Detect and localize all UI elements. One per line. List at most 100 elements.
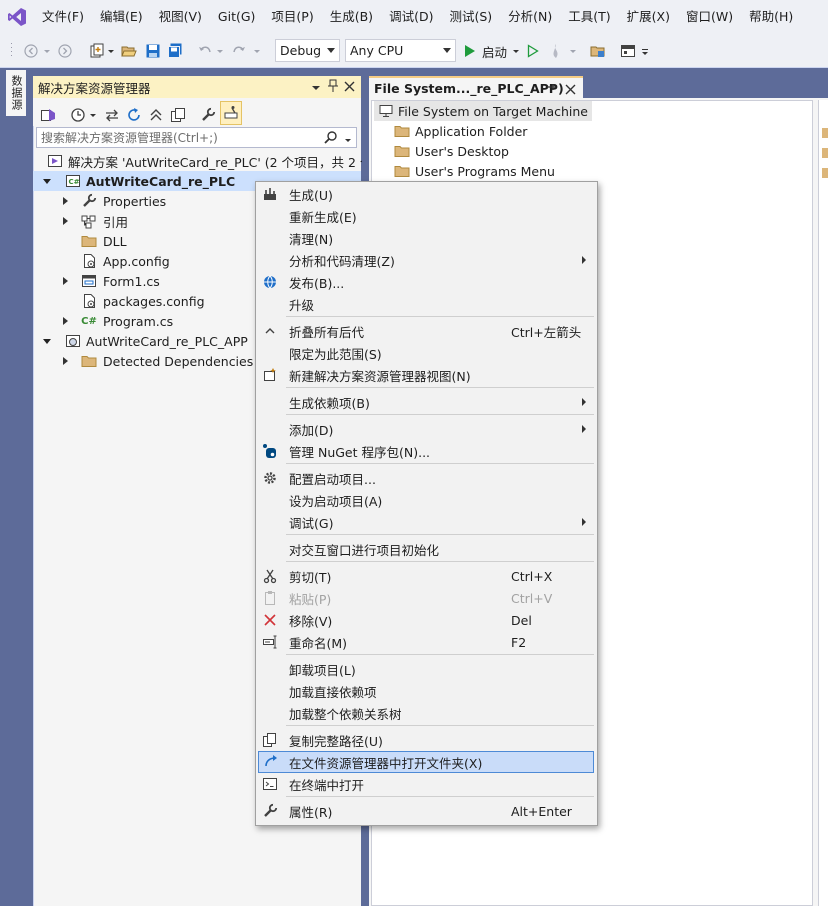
fs-users-desktop-node[interactable]: User's Desktop	[394, 141, 509, 161]
menu-item-debug[interactable]: 调试(G)	[258, 511, 594, 533]
folder-icon	[822, 168, 828, 178]
menu-item-build[interactable]: 生成(U)	[258, 183, 594, 205]
visual-studio-logo-icon[interactable]	[0, 0, 34, 34]
collapse-all-icon[interactable]	[147, 105, 165, 125]
tree-label: 引用	[103, 214, 129, 230]
undo-dropdown-icon[interactable]	[215, 41, 225, 61]
sync-with-active-document-icon[interactable]	[103, 105, 121, 125]
browse-folder-icon[interactable]	[588, 41, 608, 61]
expand-arrow-icon[interactable]	[60, 216, 70, 226]
menu-file[interactable]: 文件(F)	[34, 0, 92, 34]
window-position-dropdown-icon[interactable]	[311, 81, 321, 96]
hot-reload-dropdown-icon[interactable]	[568, 41, 578, 61]
menu-debug[interactable]: 调试(D)	[381, 0, 441, 34]
menu-edit[interactable]: 编辑(E)	[92, 0, 151, 34]
menu-item-paste[interactable]: 粘贴(P) Ctrl+V	[258, 587, 594, 609]
menu-item-copy-full-path[interactable]: 复制完整路径(U)	[258, 729, 594, 751]
menu-item-properties[interactable]: 属性(R) Alt+Enter	[258, 800, 594, 822]
redo-dropdown-icon[interactable]	[252, 41, 262, 61]
close-icon[interactable]	[344, 80, 355, 95]
hot-reload-icon[interactable]	[546, 41, 566, 61]
menu-item-scope-to-this[interactable]: 限定为此范围(S)	[258, 342, 594, 364]
fs-application-folder-node[interactable]: Application Folder	[394, 121, 527, 141]
navigate-forward-icon[interactable]	[56, 41, 74, 61]
pin-icon[interactable]	[327, 79, 339, 96]
expand-arrow-icon[interactable]	[60, 356, 70, 366]
menu-extensions[interactable]: 扩展(X)	[619, 0, 678, 34]
menu-build[interactable]: 生成(B)	[322, 0, 381, 34]
switch-views-icon[interactable]	[39, 105, 57, 125]
menu-item-rebuild[interactable]: 重新生成(E)	[258, 205, 594, 227]
save-icon[interactable]	[144, 41, 162, 61]
menu-item-interactive-init[interactable]: 对交互窗口进行项目初始化	[258, 538, 594, 560]
menu-item-collapse-all[interactable]: 折叠所有后代 Ctrl+左箭头	[258, 320, 594, 342]
fs-root-node[interactable]: File System on Target Machine	[374, 101, 592, 121]
menu-item-remove[interactable]: 移除(V) Del	[258, 609, 594, 631]
save-all-icon[interactable]	[166, 41, 184, 61]
window-layout-icon[interactable]	[618, 41, 638, 61]
filter-dropdown-icon[interactable]	[88, 105, 98, 125]
menu-item-clean[interactable]: 清理(N)	[258, 227, 594, 249]
expand-arrow-icon[interactable]	[60, 316, 70, 326]
open-file-icon[interactable]	[120, 41, 138, 61]
toolbar-grip[interactable]	[10, 41, 14, 61]
pin-icon[interactable]	[545, 81, 557, 98]
document-tab-file-system[interactable]: File System..._re_PLC_APP)	[369, 76, 583, 98]
show-all-files-icon[interactable]	[169, 105, 187, 125]
properties-wrench-icon[interactable]	[199, 105, 217, 125]
menu-item-add[interactable]: 添加(D)	[258, 418, 594, 440]
redo-icon[interactable]	[230, 41, 248, 61]
tree-label: Program.cs	[103, 313, 174, 329]
menu-item-manage-nuget[interactable]: 管理 NuGet 程序包(N)...	[258, 440, 594, 462]
menu-window[interactable]: 窗口(W)	[678, 0, 741, 34]
preview-selected-items-icon[interactable]	[220, 101, 242, 125]
data-sources-tab[interactable]: 数据源	[6, 70, 26, 116]
menu-item-cut[interactable]: 剪切(T) Ctrl+X	[258, 565, 594, 587]
collapse-arrow-icon[interactable]	[42, 176, 52, 186]
pending-changes-filter-icon[interactable]	[69, 105, 87, 125]
menu-item-load-direct-deps[interactable]: 加载直接依赖项	[258, 680, 594, 702]
clipboard-icon	[261, 589, 279, 607]
navigate-back-dropdown-icon[interactable]	[41, 41, 53, 61]
menu-item-publish[interactable]: 发布(B)...	[258, 271, 594, 293]
menu-item-set-startup[interactable]: 设为启动项目(A)	[258, 489, 594, 511]
new-project-icon[interactable]	[88, 41, 106, 61]
menu-project[interactable]: 项目(P)	[263, 0, 321, 34]
tree-solution-node[interactable]: 解决方案 'AutWriteCard_re_PLC' (2 个项目，共 2 个)	[33, 151, 377, 171]
menu-item-unload-project[interactable]: 卸载项目(L)	[258, 658, 594, 680]
menu-tools[interactable]: 工具(T)	[560, 0, 618, 34]
expand-arrow-icon[interactable]	[60, 276, 70, 286]
start-debugging-button[interactable]: 启动	[463, 41, 523, 61]
menu-analyze[interactable]: 分析(N)	[500, 0, 560, 34]
undo-icon[interactable]	[196, 41, 214, 61]
close-icon[interactable]	[565, 83, 576, 98]
menu-item-new-explorer-view[interactable]: 新建解决方案资源管理器视图(N)	[258, 364, 594, 386]
new-item-dropdown-icon[interactable]	[106, 41, 116, 61]
menu-item-open-in-terminal[interactable]: 在终端中打开	[258, 773, 594, 795]
menu-item-build-dependencies[interactable]: 生成依赖项(B)	[258, 391, 594, 413]
solution-explorer-title-bar[interactable]: 解决方案资源管理器	[33, 76, 361, 98]
menu-item-load-dep-tree[interactable]: 加载整个依赖关系树	[258, 702, 594, 724]
solution-configuration-select[interactable]: Debug	[275, 39, 340, 62]
menu-item-upgrade[interactable]: 升级	[258, 293, 594, 315]
menu-git[interactable]: Git(G)	[210, 0, 264, 34]
menu-item-open-in-file-explorer[interactable]: 在文件资源管理器中打开文件夹(X)	[258, 751, 594, 773]
navigate-back-icon[interactable]	[22, 41, 40, 61]
menu-item-analyze-cleanup[interactable]: 分析和代码清理(Z)	[258, 249, 594, 271]
search-icon[interactable]	[324, 130, 338, 147]
menu-view[interactable]: 视图(V)	[151, 0, 210, 34]
solution-platform-select[interactable]: Any CPU	[345, 39, 456, 62]
solution-explorer-search-input[interactable]: 搜索解决方案资源管理器(Ctrl+;)	[36, 127, 357, 148]
menu-item-configure-startup[interactable]: 配置启动项目...	[258, 467, 594, 489]
refresh-icon[interactable]	[125, 105, 143, 125]
start-without-debugging-icon[interactable]	[524, 41, 542, 61]
menu-test[interactable]: 测试(S)	[441, 0, 500, 34]
toolbar-overflow-icon[interactable]	[640, 41, 650, 61]
expand-arrow-icon[interactable]	[60, 196, 70, 206]
collapse-arrow-icon[interactable]	[42, 336, 52, 346]
menu-item-rename[interactable]: 重命名(M) F2	[258, 631, 594, 653]
menu-help[interactable]: 帮助(H)	[741, 0, 801, 34]
search-options-dropdown-icon[interactable]	[344, 134, 352, 148]
fs-users-programs-menu-node[interactable]: User's Programs Menu	[394, 161, 555, 181]
start-dropdown-icon	[513, 50, 520, 53]
